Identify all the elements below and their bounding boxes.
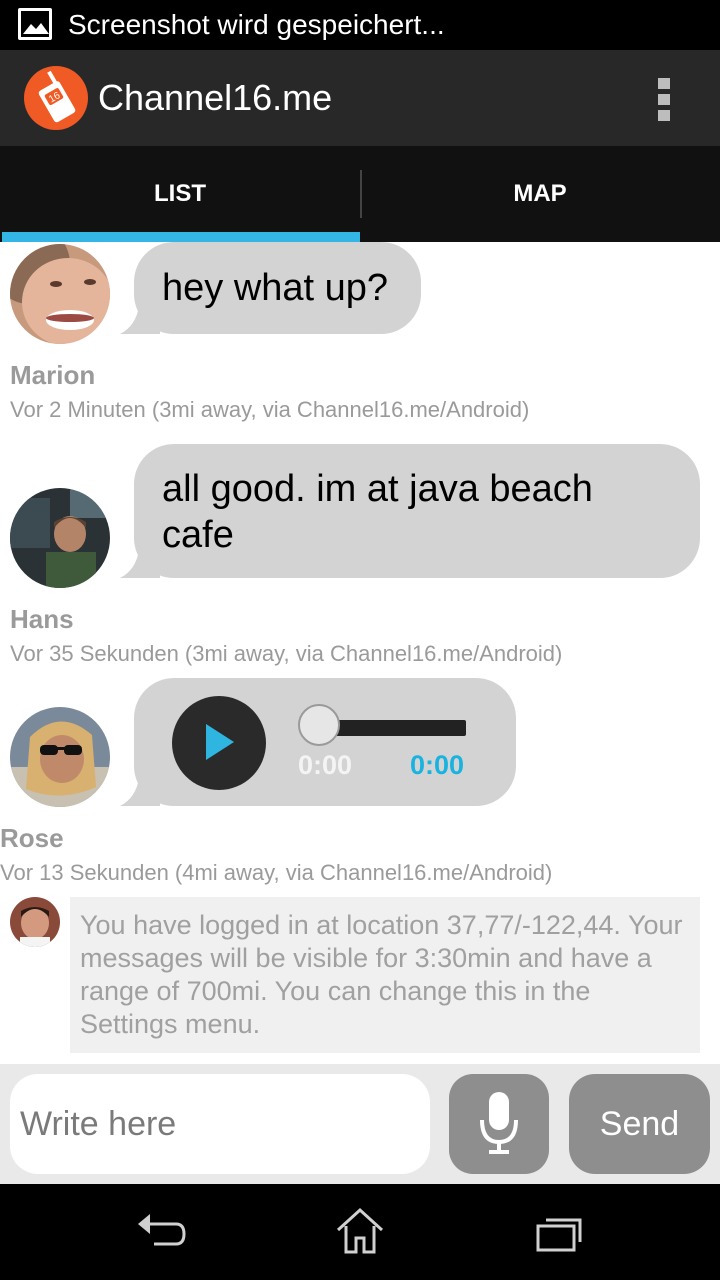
walkie-talkie-icon[interactable]: 16 xyxy=(24,66,88,130)
message-input[interactable] xyxy=(10,1074,430,1174)
play-button[interactable] xyxy=(172,696,266,790)
audio-message-bubble: 0:00 0:00 xyxy=(134,678,516,806)
navigation-bar xyxy=(0,1184,720,1280)
tab-bar: LIST MAP xyxy=(0,146,720,242)
message-meta: Vor 2 Minuten (3mi away, via Channel16.m… xyxy=(10,397,530,422)
message-bubble[interactable]: all good. im at java beach cafe xyxy=(134,444,700,578)
avatar-hans[interactable] xyxy=(10,488,110,588)
message-bubble[interactable]: hey what up? xyxy=(134,242,421,334)
tab-selected-indicator xyxy=(2,232,360,242)
system-message: You have logged in at location 37,77/-12… xyxy=(70,897,700,1053)
microphone-button[interactable] xyxy=(449,1074,549,1174)
overflow-dot xyxy=(658,110,670,121)
message-meta: Vor 35 Sekunden (3mi away, via Channel16… xyxy=(10,641,563,666)
avatar-self[interactable] xyxy=(10,897,60,947)
app-title: Channel16.me xyxy=(98,77,333,118)
audio-progress-thumb[interactable] xyxy=(298,704,340,746)
back-icon[interactable] xyxy=(130,1204,190,1260)
app-screen: Screenshot wird gespeichert... 16 Channe… xyxy=(0,0,720,1280)
recent-apps-icon[interactable] xyxy=(530,1204,590,1260)
sender-name: Hans xyxy=(10,604,74,634)
sender-name: Rose xyxy=(0,823,64,853)
status-bar: Screenshot wird gespeichert... xyxy=(0,0,720,50)
overflow-dot xyxy=(658,94,670,105)
overflow-menu-icon[interactable] xyxy=(652,78,676,122)
message-text: hey what up? xyxy=(162,267,389,309)
send-button[interactable]: Send xyxy=(569,1074,710,1174)
audio-duration: 0:00 xyxy=(410,750,465,780)
tab-list[interactable]: LIST xyxy=(0,146,360,242)
audio-current-time: 0:00 xyxy=(298,750,353,780)
message-feed[interactable]: hey what up? Marion Vor 2 Minuten (3mi a… xyxy=(0,242,720,1064)
overflow-dot xyxy=(658,78,670,89)
message-text: all good. im at java beach cafe xyxy=(162,468,593,556)
home-icon[interactable] xyxy=(330,1204,390,1260)
system-message-text: You have logged in at location 37,77/-12… xyxy=(80,910,683,1039)
avatar-marion[interactable] xyxy=(10,244,110,344)
microphone-icon xyxy=(480,1092,518,1154)
image-icon xyxy=(18,8,52,40)
play-icon xyxy=(206,724,234,760)
status-notification-text: Screenshot wird gespeichert... xyxy=(68,9,445,40)
sender-name: Marion xyxy=(10,360,96,390)
compose-bar: Send xyxy=(0,1064,720,1184)
tab-map[interactable]: MAP xyxy=(360,146,720,242)
message-meta: Vor 13 Sekunden (4mi away, via Channel16… xyxy=(0,860,553,885)
avatar-rose[interactable] xyxy=(10,707,110,807)
action-bar: 16 Channel16.me xyxy=(0,50,720,146)
